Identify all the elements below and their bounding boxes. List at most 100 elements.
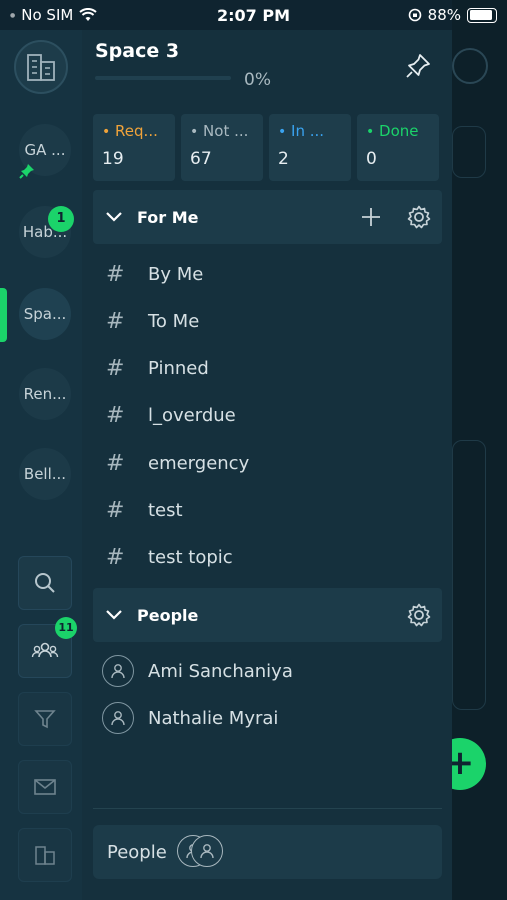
plus-icon [362, 208, 380, 226]
stat-not-started[interactable]: • Not ... 67 [181, 114, 263, 181]
stat-done[interactable]: • Done 0 [357, 114, 439, 181]
topic-item[interactable]: # test [106, 490, 183, 530]
hashtag-icon: # [106, 308, 125, 334]
background-avatar-icon [452, 48, 488, 84]
hashtag-icon: # [106, 355, 125, 381]
pin-icon [19, 164, 34, 179]
hashtag-icon: # [106, 544, 125, 570]
for-me-section-header[interactable]: For Me [93, 190, 442, 244]
footer-avatars [176, 835, 227, 869]
wifi-icon [79, 8, 97, 21]
stat-label-text: Not ... [203, 122, 249, 140]
stat-label-text: In ... [291, 122, 325, 140]
topic-label: By Me [148, 263, 204, 285]
topic-item[interactable]: # emergency [106, 443, 249, 483]
hashtag-icon: # [106, 450, 125, 476]
status-stats: • Req... 19 • Not ... 67 • In ... 2 • Do… [93, 114, 439, 181]
orientation-lock-icon [408, 8, 421, 22]
building-icon [35, 846, 55, 865]
search-button[interactable] [18, 556, 72, 610]
stat-dot: • [278, 124, 287, 140]
topic-item[interactable]: # By Me [106, 254, 203, 294]
filter-button[interactable] [18, 692, 72, 746]
topic-item[interactable]: # l_overdue [106, 395, 236, 435]
people-footer-button[interactable]: People [93, 825, 442, 879]
stat-label-text: Req... [115, 122, 158, 140]
hashtag-icon: # [106, 402, 125, 428]
stat-dot: • [102, 124, 111, 140]
building-icon [27, 54, 55, 81]
hashtag-icon: # [106, 497, 125, 523]
spaces-rail: GA ... Hab... 1 Spa... Ren... Bell... 11 [0, 30, 82, 900]
organization-logo[interactable] [14, 40, 68, 94]
stat-label: • Done [366, 122, 430, 140]
stat-dot: • [366, 124, 375, 140]
for-me-settings-button[interactable] [400, 198, 438, 236]
for-me-title: For Me [137, 207, 199, 227]
topic-label: l_overdue [148, 404, 236, 426]
space-drawer: Space 3 0% • Req... 19 • Not ... 67 • In… [82, 30, 452, 900]
mail-button[interactable] [18, 760, 72, 814]
topic-item[interactable]: # To Me [106, 301, 199, 341]
stat-requested[interactable]: • Req... 19 [93, 114, 175, 181]
topic-label: emergency [148, 452, 250, 474]
user-avatar-icon [190, 835, 223, 867]
stat-label-text: Done [379, 122, 419, 140]
topic-item[interactable]: # test topic [106, 537, 233, 577]
background-card [452, 440, 486, 710]
background-card [452, 126, 486, 178]
chevron-down-icon [106, 610, 122, 620]
rail-space-bell[interactable]: Bell... [19, 448, 71, 500]
people-settings-button[interactable] [400, 596, 438, 634]
footer-label: People [107, 841, 167, 863]
search-icon [35, 573, 55, 593]
user-avatar-icon [102, 655, 134, 687]
battery-icon [467, 7, 497, 23]
stat-value: 19 [102, 149, 124, 169]
rail-space-label: GA ... [24, 141, 66, 159]
gear-icon [407, 603, 431, 627]
people-button[interactable]: 11 [18, 617, 77, 678]
topic-label: To Me [148, 310, 200, 332]
mail-icon [34, 779, 56, 795]
rail-space-label: Spa... [23, 305, 67, 323]
hashtag-icon: # [106, 261, 125, 287]
space-progress-text: 0% [244, 70, 271, 90]
signal-dot-icon: ● [10, 11, 16, 19]
person-item[interactable]: Ami Sanchaniya [102, 651, 293, 691]
pin-space-button[interactable] [404, 52, 434, 82]
rail-space-ren[interactable]: Ren... [19, 368, 71, 420]
battery-percent: 88% [427, 6, 461, 24]
group-icon [31, 642, 59, 658]
organization-button[interactable] [18, 828, 72, 882]
stat-label: • Req... [102, 122, 166, 140]
space-progress-bar [95, 76, 231, 80]
topic-item[interactable]: # Pinned [106, 348, 209, 388]
carrier-label: No SIM [21, 6, 74, 24]
user-avatar-icon [102, 702, 134, 734]
stat-label: • Not ... [190, 122, 254, 140]
stat-label: • In ... [278, 122, 342, 140]
divider [93, 808, 442, 809]
space-title: Space 3 [95, 40, 180, 62]
people-badge: 11 [55, 617, 77, 639]
topic-label: Pinned [148, 357, 209, 379]
rail-space-spa[interactable]: Spa... [19, 288, 71, 340]
stat-value: 67 [190, 149, 212, 169]
person-item[interactable]: Nathalie Myrai [102, 698, 278, 738]
people-title: People [137, 605, 199, 625]
rail-space-label: Ren... [23, 385, 67, 403]
rail-space-label: Bell... [23, 465, 67, 483]
stat-value: 0 [366, 149, 377, 169]
add-topic-button[interactable] [352, 198, 390, 236]
people-section-header[interactable]: People [93, 588, 442, 642]
topic-label: test [148, 499, 183, 521]
person-name: Nathalie Myrai [148, 707, 279, 729]
active-space-indicator [0, 288, 7, 342]
pin-icon [406, 54, 430, 78]
status-time: 2:07 PM [216, 5, 290, 25]
stat-in-progress[interactable]: • In ... 2 [269, 114, 351, 181]
filter-icon [34, 710, 56, 729]
topic-label: test topic [148, 546, 233, 568]
notification-badge: 1 [48, 206, 74, 232]
